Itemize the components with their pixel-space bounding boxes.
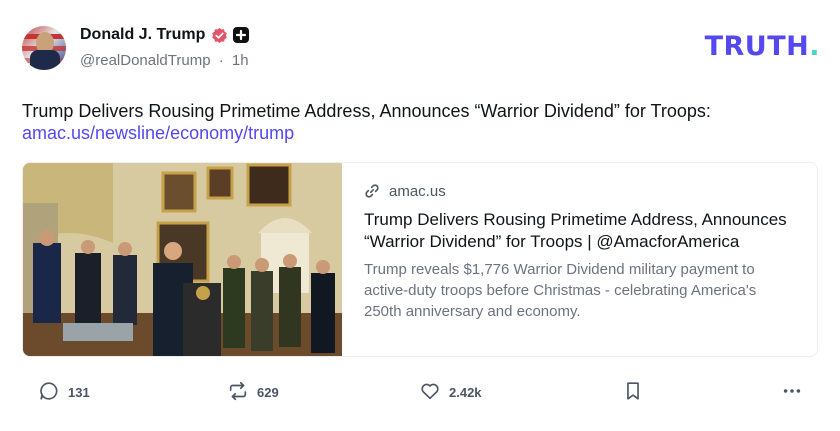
post-actions-bar: 131 629 2.42k [0,375,840,409]
heart-icon [419,380,441,405]
reply-button[interactable]: 131 [38,381,90,403]
link-chain-icon [364,183,380,199]
link-domain-row: amac.us [364,181,795,201]
author-avatar[interactable] [22,26,66,70]
post-text: Trump Delivers Rousing Primetime Address… [22,101,711,121]
link-title[interactable]: Trump Delivers Rousing Primetime Address… [364,209,795,253]
comment-icon [38,380,60,405]
bookmark-button[interactable] [622,381,644,403]
like-count: 2.42k [449,384,482,400]
post-content: Trump Delivers Rousing Primetime Address… [22,100,812,144]
meta-separator: · [218,52,224,69]
link-preview-card[interactable]: amac.us Trump Delivers Rousing Primetime… [22,162,818,357]
post-link[interactable]: amac.us/newsline/economy/trump [22,122,812,144]
author-name-row: Donald J. Trump [80,24,250,46]
link-preview-image[interactable] [23,163,342,356]
truth-logo[interactable]: TRUTH. [705,31,820,62]
post-time[interactable]: 1h [232,52,249,69]
link-domain: amac.us [389,182,446,200]
retruth-count: 629 [257,384,279,400]
reply-count: 131 [68,384,90,400]
retruth-button[interactable]: 629 [227,381,279,403]
plus-badge-icon [233,27,250,43]
repost-icon [227,380,249,405]
more-dots-icon [781,380,803,405]
link-description: Trump reveals $1,776 Warrior Dividend mi… [364,261,757,320]
bookmark-icon [622,380,644,405]
author-handle[interactable]: @realDonaldTrump [80,52,211,69]
link-preview-body: amac.us Trump Delivers Rousing Primetime… [342,163,817,356]
like-button[interactable]: 2.42k [419,381,482,403]
more-options-button[interactable] [781,381,803,403]
author-display-name[interactable]: Donald J. Trump [80,26,205,44]
truth-post: Donald J. Trump @realDonaldTrump · 1h TR… [0,0,840,431]
author-handle-row: @realDonaldTrump · 1h [80,52,249,69]
verified-badge-icon [211,27,228,44]
